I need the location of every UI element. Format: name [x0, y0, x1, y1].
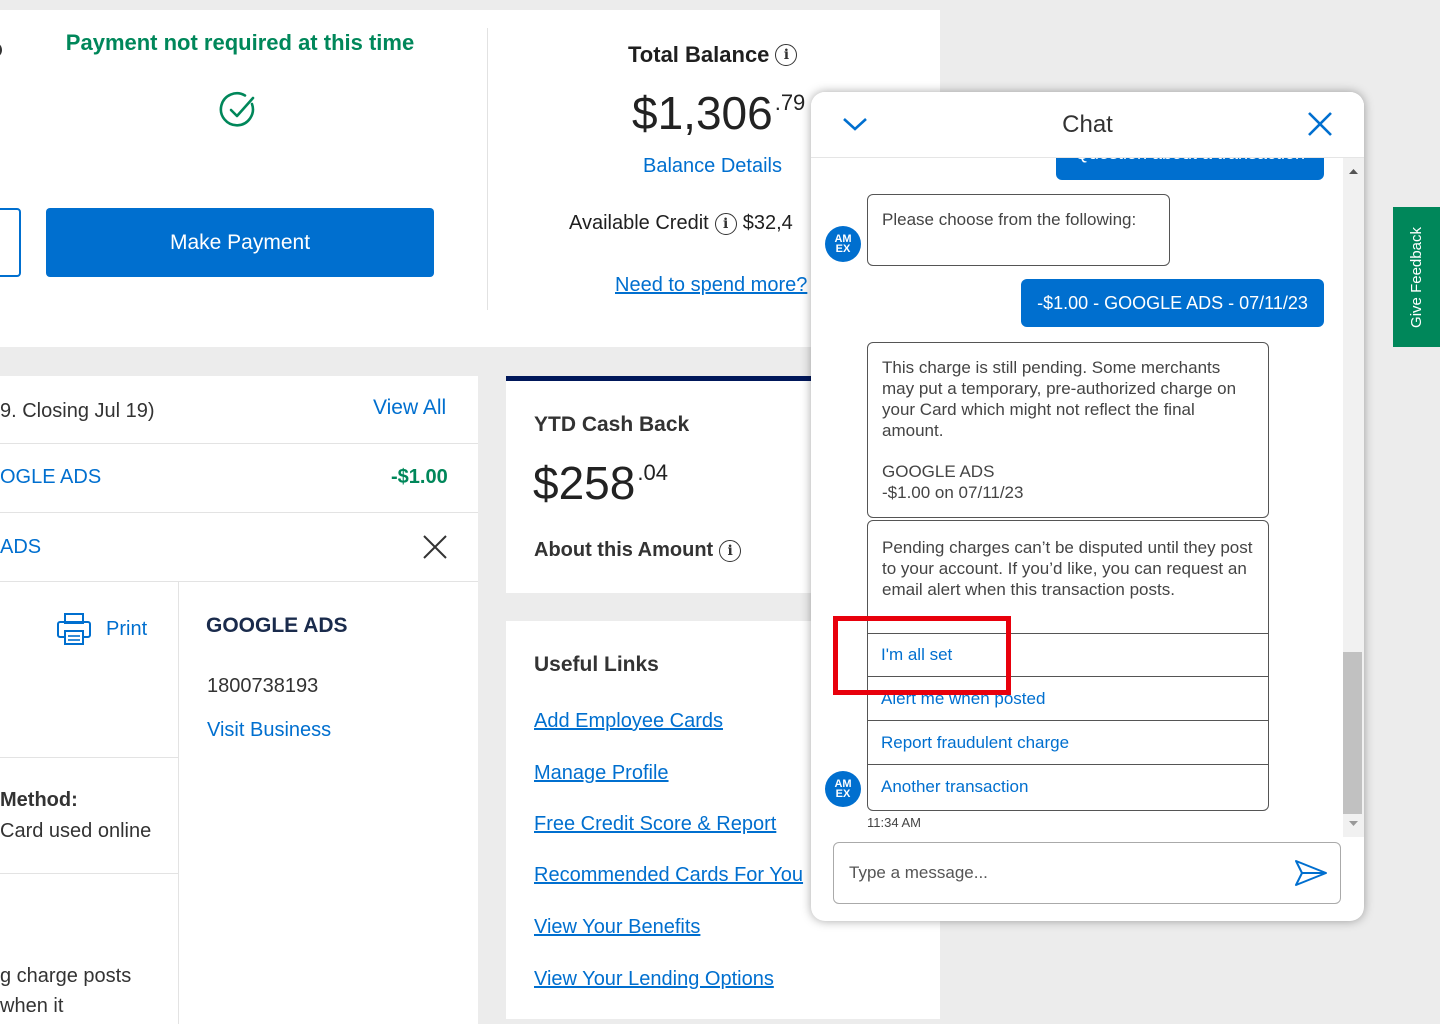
- divider: [487, 28, 488, 310]
- method-label: Method:: [0, 789, 78, 811]
- dispute-message: Pending charges can’t be disputed until …: [868, 521, 1268, 634]
- manage-profile-link[interactable]: Manage Profile: [534, 762, 669, 785]
- statement-period-text: 9. Closing Jul 19): [0, 400, 155, 422]
- total-balance-dollars: $1,306: [632, 87, 773, 139]
- total-balance-title: Total Balance i: [628, 42, 798, 68]
- merchant-name: GOOGLE ADS: [206, 614, 348, 637]
- ytd-amount: $258 .04: [533, 456, 668, 510]
- message-timestamp: 11:34 AM: [867, 815, 921, 830]
- info-icon[interactable]: i: [775, 44, 798, 66]
- bot-message-pending: This charge is still pending. Some merch…: [867, 342, 1269, 518]
- logo-text: EX: [835, 788, 851, 800]
- transaction-detail-header[interactable]: ADS: [0, 536, 41, 559]
- payment-status-text: Payment not required at this time: [65, 30, 415, 55]
- make-payment-button[interactable]: Make Payment: [46, 208, 434, 277]
- divider: [0, 443, 478, 444]
- give-feedback-tab[interactable]: Give Feedback: [1393, 207, 1440, 347]
- divider: [0, 873, 178, 874]
- amex-logo: AM EX: [825, 771, 861, 807]
- free-credit-score-link[interactable]: Free Credit Score & Report: [534, 813, 776, 836]
- secondary-button[interactable]: [0, 208, 21, 277]
- available-credit: Available Credit i $32,4: [569, 212, 793, 235]
- recommended-cards-link[interactable]: Recommended Cards For You: [534, 864, 803, 887]
- total-balance-cents: .79: [774, 90, 806, 115]
- pending-note-text: when it: [0, 995, 64, 1017]
- amex-logo: AM EX: [825, 226, 861, 262]
- ytd-cents: .04: [637, 460, 668, 485]
- bot-message: Please choose from the following:: [867, 194, 1170, 266]
- divider: [0, 581, 478, 582]
- about-this-amount: About this Amount i: [534, 539, 742, 562]
- chat-panel: Question about a transaction AM EX Pleas…: [811, 92, 1364, 921]
- pending-note-text: g charge posts: [0, 965, 132, 987]
- info-icon[interactable]: i: [719, 539, 742, 562]
- message-input[interactable]: Type a message...: [833, 842, 1341, 904]
- merchant-line: GOOGLE ADS: [882, 462, 995, 481]
- add-employee-cards-link[interactable]: Add Employee Cards: [534, 710, 723, 733]
- close-icon[interactable]: [421, 533, 449, 561]
- balance-details-link[interactable]: Balance Details: [643, 155, 782, 178]
- total-balance-amount: $1,306 .79: [632, 86, 805, 140]
- print-label: Print: [106, 617, 148, 640]
- print-button[interactable]: Print: [56, 612, 147, 646]
- ytd-dollars: $258: [533, 457, 636, 509]
- merchant-phone: 1800738193: [207, 675, 319, 697]
- amount-line: -$1.00 on 07/11/23: [882, 483, 1024, 502]
- info-icon[interactable]: i: [714, 212, 737, 235]
- divider: [0, 512, 478, 513]
- logo-text: EX: [835, 243, 851, 255]
- available-credit-label: Available Credit: [569, 212, 709, 234]
- transaction-amount: -$1.00: [391, 466, 448, 488]
- available-credit-value: $32,4: [742, 212, 793, 234]
- transaction-merchant-link[interactable]: OGLE ADS: [0, 466, 101, 489]
- chat-header: Chat: [811, 92, 1364, 158]
- option-im-all-set[interactable]: I'm all set: [867, 633, 1269, 677]
- printer-icon: [56, 612, 92, 646]
- view-lending-options-link[interactable]: View Your Lending Options: [534, 968, 774, 991]
- total-balance-label: Total Balance: [628, 42, 770, 67]
- give-feedback-label: Give Feedback: [1408, 226, 1426, 328]
- check-circle-icon: [219, 90, 259, 130]
- about-amount-label: About this Amount: [534, 539, 714, 561]
- scrollbar-thumb[interactable]: [1343, 652, 1362, 814]
- chat-messages[interactable]: Question about a transaction AM EX Pleas…: [811, 92, 1343, 837]
- method-value: Card used online: [0, 820, 152, 842]
- send-icon[interactable]: [1294, 858, 1328, 888]
- message-input-placeholder: Type a message...: [849, 863, 988, 882]
- view-all-link[interactable]: View All: [373, 396, 446, 420]
- ytd-title: YTD Cash Back: [534, 413, 690, 436]
- option-report-fraud[interactable]: Report fraudulent charge: [867, 721, 1269, 765]
- divider: [0, 757, 178, 758]
- close-icon[interactable]: [1306, 110, 1334, 138]
- divider: [178, 582, 179, 1024]
- view-benefits-link[interactable]: View Your Benefits: [534, 916, 700, 939]
- visit-business-link[interactable]: Visit Business: [207, 719, 331, 742]
- option-alert-me[interactable]: Alert me when posted: [867, 677, 1269, 721]
- need-to-spend-more-link[interactable]: Need to spend more?: [615, 274, 807, 297]
- pending-message-text: This charge is still pending. Some merch…: [882, 358, 1237, 440]
- option-another-transaction[interactable]: Another transaction: [867, 765, 1269, 809]
- chat-title: Chat: [1062, 111, 1113, 138]
- useful-links-title: Useful Links: [534, 653, 659, 676]
- user-selection-message: -$1.00 - GOOGLE ADS - 07/11/23: [1021, 279, 1324, 327]
